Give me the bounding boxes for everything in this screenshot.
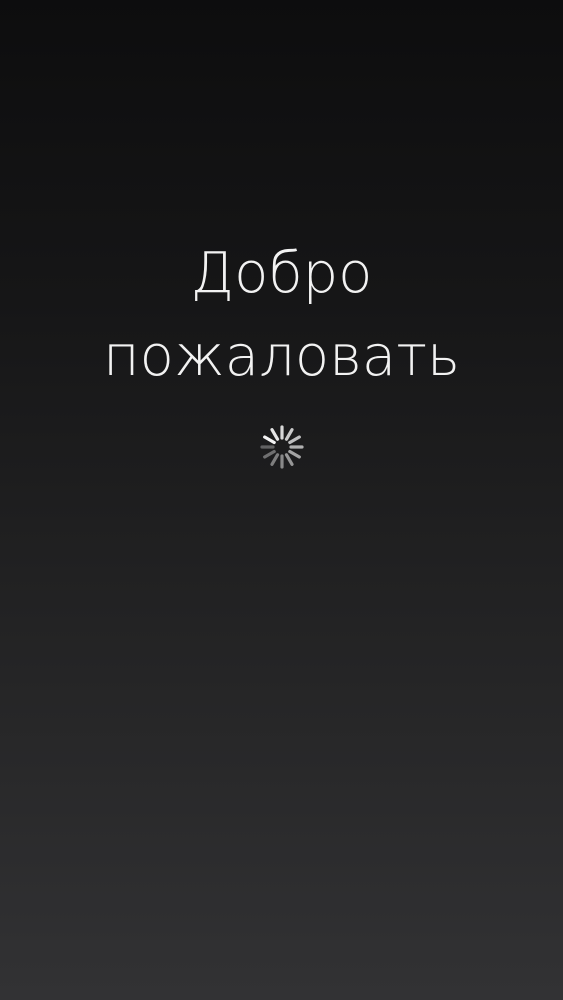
welcome-screen: { "welcome": { "line1": "Добро", "line2"… — [0, 0, 563, 1000]
activity-indicator-spoke — [284, 453, 294, 466]
welcome-title-line-1: Добро — [190, 241, 373, 306]
activity-indicator-spoke — [288, 435, 301, 445]
activity-indicator-spoke — [270, 428, 280, 441]
activity-indicator-icon — [260, 425, 304, 469]
welcome-title-line-2: пожаловать — [103, 324, 460, 389]
activity-indicator-spoke — [288, 449, 301, 459]
activity-indicator-spoke — [263, 435, 276, 445]
activity-indicator-spoke — [270, 453, 280, 466]
activity-indicator-spoke — [284, 428, 294, 441]
welcome-title: Добро пожаловать — [0, 232, 563, 398]
activity-indicator-spoke — [263, 449, 276, 459]
